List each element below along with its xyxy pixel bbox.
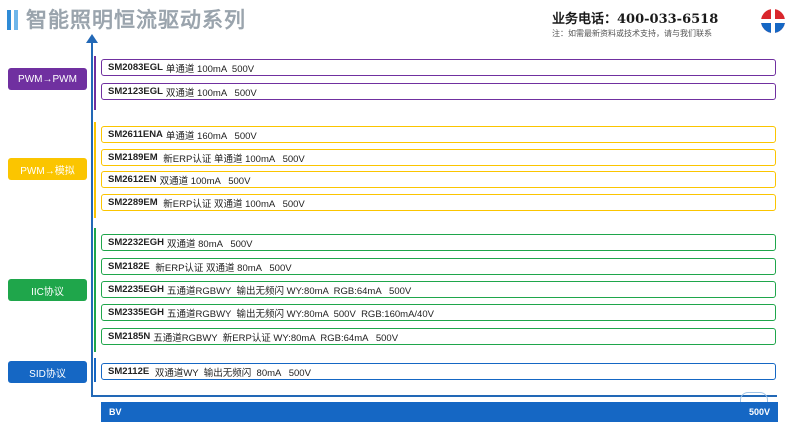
product-spec: 新ERP认证 单通道 100mA 500V — [160, 153, 305, 165]
product-model: SM2235EGH — [108, 284, 164, 295]
product-sm2189em: SM2189EM 新ERP认证 单通道 100mA 500V — [101, 149, 776, 166]
product-spec: 双通道 80mA 500V — [166, 238, 253, 250]
product-sm2232egh: SM2232EGH 双通道 80mA 500V — [101, 234, 776, 251]
category-sid: SID协议 — [8, 361, 87, 383]
axis-segment-pwm-pwm — [94, 56, 96, 110]
product-sm2083egl: SM2083EGL 单通道 100mA 500V — [101, 59, 776, 76]
voltage-bar: BV 500V — [101, 402, 778, 422]
product-sm2612en: SM2612EN 双通道 100mA 500V — [101, 171, 776, 188]
product-spec: 新ERP认证 双通道 80mA 500V — [152, 262, 292, 274]
axis-segment-iic — [94, 228, 96, 352]
product-model: SM2083EGL — [108, 62, 163, 73]
axis-segment-sid — [94, 358, 96, 382]
voltage-bar-right-label: 500V — [748, 407, 770, 417]
vertical-axis — [91, 40, 93, 396]
title-bar: 智能照明恒流驱动系列 — [6, 6, 246, 32]
product-sm2289em: SM2289EM 新ERP认证 双通道 100mA 500V — [101, 194, 776, 211]
title-mark-icon — [6, 8, 22, 30]
product-sm2185n: SM2185N 五通道RGBWY 新ERP认证 WY:80mA RGB:64mA … — [101, 328, 776, 345]
company-logo-icon — [761, 9, 785, 33]
product-model: SM2123EGL — [108, 86, 163, 97]
product-sm2123egl: SM2123EGL 双通道 100mA 500V — [101, 83, 776, 100]
product-spec: 双通道WY 输出无频闪 80mA 500V — [152, 367, 311, 379]
product-spec: 双通道 100mA 500V — [165, 87, 257, 99]
product-sm2235egh: SM2235EGH 五通道RGBWY 输出无频闪 WY:80mA RGB:64mA… — [101, 281, 776, 298]
page-title: 智能照明恒流驱动系列 — [26, 8, 246, 32]
product-model: SM2182E — [108, 261, 150, 272]
voltage-bar-left-label: BV — [109, 407, 122, 417]
product-spec: 新ERP认证 双通道 100mA 500V — [160, 198, 305, 210]
product-model: SM2232EGH — [108, 237, 164, 248]
product-model: SM2335EGH — [108, 307, 164, 318]
product-spec: 双通道 100mA 500V — [159, 175, 251, 187]
product-model: SM2612EN — [108, 174, 157, 185]
product-model: SM2289EM — [108, 197, 158, 208]
axis-segment-pwm-analog — [94, 122, 96, 218]
product-spec: 五通道RGBWY 输出无频闪 WY:80mA 500V RGB:160mA/40… — [166, 308, 434, 320]
product-model: SM2611ENA — [108, 129, 163, 140]
category-pwm-analog: PWM→模拟 — [8, 158, 87, 180]
product-spec: 五通道RGBWY 新ERP认证 WY:80mA RGB:64mA 500V — [153, 332, 399, 344]
category-pwm-pwm: PWM→PWM — [8, 68, 87, 90]
product-spec: 单通道 100mA 500V — [165, 63, 255, 75]
product-spec: 五通道RGBWY 输出无频闪 WY:80mA RGB:64mA 500V — [166, 285, 412, 297]
product-sm2335egh: SM2335EGH 五通道RGBWY 输出无频闪 WY:80mA 500V RGB… — [101, 304, 776, 321]
product-sm2112e: SM2112E 双通道WY 输出无频闪 80mA 500V — [101, 363, 776, 380]
horizontal-axis — [91, 395, 777, 397]
support-note: 注：如需最新资料或技术支持，请与我们联系 — [552, 29, 712, 38]
product-model: SM2112E — [108, 366, 150, 377]
product-model: SM2185N — [108, 331, 151, 342]
product-sm2182e: SM2182E 新ERP认证 双通道 80mA 500V — [101, 258, 776, 275]
product-model: SM2189EM — [108, 152, 158, 163]
category-iic: IIC协议 — [8, 279, 87, 301]
product-spec: 单通道 160mA 500V — [165, 130, 257, 142]
product-sm2611ena: SM2611ENA 单通道 160mA 500V — [101, 126, 776, 143]
phone-number: 业务电话：400-033-6518 — [552, 12, 719, 27]
